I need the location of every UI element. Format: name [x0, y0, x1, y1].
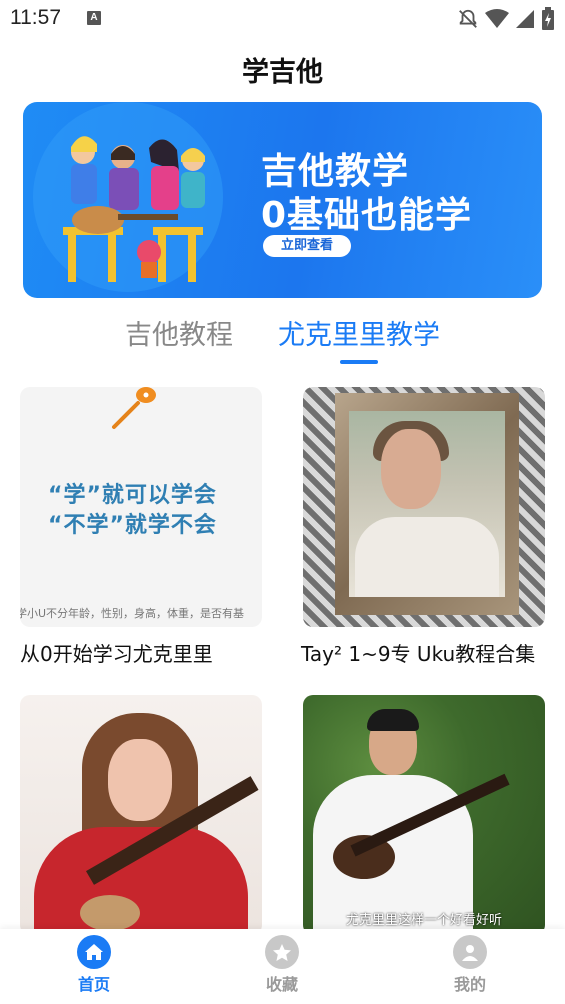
course-card[interactable]: Tay² 1~9专 Uku教程合集: [301, 387, 545, 666]
thumbnail-small-text: 学小U不分年龄，性别，身高，体重，是否有基: [20, 607, 245, 620]
promo-banner[interactable]: 吉他教学 0基础也能学 立即查看: [23, 102, 542, 298]
course-thumbnail: “学”就可以学会 “不学”就学不会 学小U不分年龄，性别，身高，体重，是否有基: [20, 387, 262, 627]
ukulele-icon: [112, 387, 156, 429]
status-time: 11:57: [10, 6, 61, 29]
course-thumbnail: [303, 387, 545, 627]
nav-home-label: 首页: [77, 975, 110, 994]
course-title: Tay² 1~9专 Uku教程合集: [301, 642, 536, 666]
course-thumbnail: [20, 695, 262, 935]
page-title: 学吉他: [242, 57, 323, 88]
course-title: 从0开始学习尤克里里: [20, 642, 213, 666]
band-illustration: [33, 102, 223, 292]
thumbnail-quote-line2: “不学”就学不会: [48, 513, 217, 538]
star-icon: [265, 935, 299, 969]
user-icon: [453, 935, 487, 969]
wifi-icon: [485, 9, 509, 28]
status-bar: 11:57 A: [0, 0, 565, 38]
nav-favorites-label: 收藏: [265, 975, 298, 994]
bottom-navigation: 首页 收藏 我的: [0, 929, 565, 1004]
tab-guitar-tutorial[interactable]: 吉他教程: [125, 313, 233, 352]
notification-app-icon: A: [87, 11, 101, 25]
banner-subheadline: 0基础也能学: [261, 195, 473, 236]
category-tabs: 吉他教程 尤克里里教学: [0, 313, 565, 368]
nav-favorites[interactable]: 收藏: [242, 935, 322, 995]
course-thumbnail: 尤克里里这样一个好看好听: [303, 695, 545, 935]
active-tab-indicator: [340, 360, 378, 364]
thumbnail-quote-line1: “学”就可以学会: [48, 483, 217, 508]
battery-icon: [542, 7, 554, 30]
video-caption: 尤克里里这样一个好看好听: [345, 913, 502, 928]
course-card[interactable]: “学”就可以学会 “不学”就学不会 学小U不分年龄，性别，身高，体重，是否有基 …: [20, 387, 262, 666]
cell-signal-icon: [516, 10, 534, 28]
course-card[interactable]: 尤克里里这样一个好看好听: [303, 695, 545, 935]
nav-home[interactable]: 首页: [54, 935, 134, 995]
nav-mine-label: 我的: [453, 975, 486, 994]
notifications-off-icon: [459, 9, 477, 28]
course-card[interactable]: [20, 695, 262, 935]
view-now-button[interactable]: 立即查看: [263, 235, 351, 257]
home-icon: [77, 935, 111, 969]
tab-ukulele-teaching[interactable]: 尤克里里教学: [278, 313, 440, 352]
nav-mine[interactable]: 我的: [430, 935, 510, 995]
status-icons: [457, 7, 555, 31]
